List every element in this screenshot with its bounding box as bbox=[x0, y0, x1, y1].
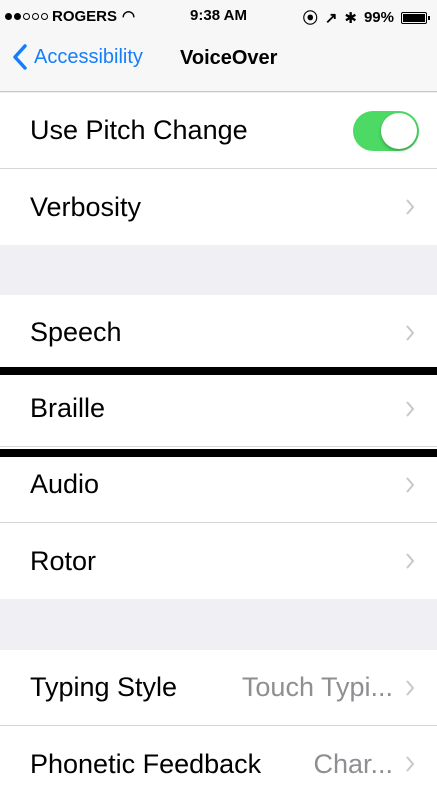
chevron-right-icon bbox=[406, 324, 415, 341]
braille-label: Braille bbox=[30, 393, 106, 423]
verbosity-label: Verbosity bbox=[30, 191, 142, 222]
use-pitch-change-row: Use Pitch Change bbox=[0, 93, 437, 169]
page-title: VoiceOver bbox=[180, 47, 278, 69]
navigation-bar: Accessibility VoiceOver bbox=[0, 30, 437, 92]
toggle-knob bbox=[381, 112, 417, 149]
black-divider bbox=[0, 367, 437, 375]
black-divider bbox=[0, 449, 437, 457]
audio-row[interactable]: Audio bbox=[0, 447, 437, 523]
speech-label: Speech bbox=[30, 317, 122, 347]
audio-label: Audio bbox=[30, 469, 100, 499]
typing-style-value: Touch Typi... bbox=[241, 672, 393, 702]
battery-percent: 99% bbox=[363, 9, 394, 26]
speech-row[interactable]: Speech bbox=[0, 295, 437, 371]
rotor-label: Rotor bbox=[30, 545, 97, 576]
battery-icon bbox=[401, 11, 430, 24]
settings-group-output: Speech Braille Audio Rotor bbox=[0, 295, 437, 599]
status-right: ⦿ ↗ ✱ 99% bbox=[302, 7, 430, 28]
chevron-right-icon bbox=[406, 199, 415, 215]
use-pitch-change-toggle[interactable] bbox=[353, 110, 419, 151]
settings-group-voice: Use Pitch Change Verbosity bbox=[0, 93, 437, 245]
rotor-row[interactable]: Rotor bbox=[0, 523, 437, 599]
chevron-right-icon bbox=[406, 679, 415, 696]
chevron-right-icon bbox=[406, 476, 415, 493]
back-button[interactable]: Accessibility bbox=[12, 44, 143, 70]
typing-style-row[interactable]: Typing Style Touch Typi... bbox=[0, 650, 437, 726]
typing-style-label: Typing Style bbox=[30, 672, 178, 702]
chevron-right-icon bbox=[406, 553, 415, 569]
location-icon: ↗ bbox=[324, 9, 338, 27]
chevron-right-icon bbox=[406, 756, 415, 772]
use-pitch-change-label: Use Pitch Change bbox=[30, 115, 248, 145]
braille-row[interactable]: Braille bbox=[0, 371, 437, 447]
settings-group-typing: Typing Style Touch Typi... Phonetic Feed… bbox=[0, 650, 437, 802]
chevron-left-icon bbox=[13, 44, 27, 70]
rotation-lock-icon: ⦿ bbox=[302, 10, 318, 27]
back-button-label: Accessibility bbox=[34, 45, 143, 68]
phonetic-feedback-row[interactable]: Phonetic Feedback Char... bbox=[0, 726, 437, 802]
chevron-right-icon bbox=[406, 400, 415, 417]
bluetooth-icon: ✱ bbox=[344, 9, 357, 27]
status-bar: ROGERS ◠ 9:38 AM ⦿ ↗ ✱ 99% bbox=[0, 0, 437, 30]
verbosity-row[interactable]: Verbosity bbox=[0, 169, 437, 245]
